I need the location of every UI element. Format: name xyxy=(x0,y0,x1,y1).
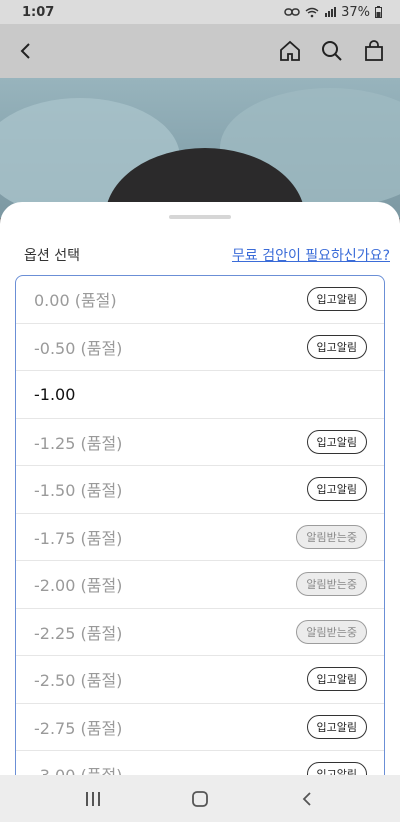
signal-icon xyxy=(324,7,337,17)
option-label: -2.25 (품절) xyxy=(34,623,123,643)
product-image xyxy=(0,78,400,218)
option-label: -1.25 (품절) xyxy=(34,433,123,453)
status-icons: 37% xyxy=(284,5,382,20)
status-bar: 1:07 37% xyxy=(0,0,400,24)
restock-alert-button[interactable]: 입고알림 xyxy=(306,334,367,359)
option-label: 0.00 (품절) xyxy=(34,291,117,311)
status-time: 1:07 xyxy=(22,4,55,20)
option-label: -1.50 (품절) xyxy=(34,481,123,501)
home-icon[interactable] xyxy=(278,39,302,63)
back-nav-icon[interactable] xyxy=(298,790,316,808)
option-list: 0.00 (품절) 입고알림 -0.50 (품절) 입고알림 -1.00 -1.25 (품… xyxy=(15,275,385,775)
recents-icon[interactable] xyxy=(84,791,102,807)
shopping-bag-icon[interactable] xyxy=(362,39,386,63)
header-actions xyxy=(278,39,386,63)
option-row[interactable]: -1.50 (품절) 입고알림 xyxy=(16,466,384,514)
system-nav-bar xyxy=(0,775,400,822)
option-label: -2.50 (품절) xyxy=(34,671,123,691)
option-row[interactable]: 0.00 (품절) 입고알림 xyxy=(16,276,384,324)
app-header xyxy=(0,24,400,78)
option-row[interactable]: -1.25 (품절) 입고알림 xyxy=(16,419,384,466)
notification-pending-button[interactable]: 알림받는중 xyxy=(296,619,367,644)
restock-alert-button[interactable]: 입고알림 xyxy=(306,667,367,692)
notification-pending-button[interactable]: 알림받는중 xyxy=(296,572,367,597)
option-label: -2.75 (품절) xyxy=(34,718,123,738)
option-label: -0.50 (품절) xyxy=(34,338,123,358)
home-circle-icon[interactable] xyxy=(191,790,209,808)
sheet-handle[interactable] xyxy=(169,215,231,219)
option-row[interactable]: -2.25 (품절) 알림받는중 xyxy=(16,609,384,656)
back-icon[interactable] xyxy=(14,39,38,63)
sheet-header: 옵션 선택 무료 검안이 필요하신가요? xyxy=(24,245,390,265)
free-eye-test-link[interactable]: 무료 검안이 필요하신가요? xyxy=(232,245,390,265)
battery-percent: 37% xyxy=(341,4,370,20)
restock-alert-button[interactable]: 입고알림 xyxy=(306,714,367,739)
option-row[interactable]: -2.00 (품절) 알림받는중 xyxy=(16,561,384,609)
option-row[interactable]: -1.00 xyxy=(16,371,384,419)
link-icon xyxy=(284,7,300,17)
wifi-icon xyxy=(305,7,319,18)
option-label: -1.75 (품절) xyxy=(34,528,123,548)
search-icon[interactable] xyxy=(320,39,344,63)
sheet-title: 옵션 선택 xyxy=(24,248,80,264)
restock-alert-button[interactable]: 입고알림 xyxy=(306,429,367,454)
option-row[interactable]: -3.00 (품절) 입고알림 xyxy=(16,751,384,775)
option-label: -1.00 xyxy=(34,384,76,404)
option-row[interactable]: -2.50 (품절) 입고알림 xyxy=(16,656,384,704)
restock-alert-button[interactable]: 입고알림 xyxy=(306,287,367,312)
option-row[interactable]: -0.50 (품절) 입고알림 xyxy=(16,324,384,371)
restock-alert-button[interactable]: 입고알림 xyxy=(306,477,367,502)
option-label: -2.00 (품절) xyxy=(34,576,123,596)
option-row[interactable]: -1.75 (품절) 알림받는중 xyxy=(16,514,384,561)
restock-alert-button[interactable]: 입고알림 xyxy=(306,762,367,775)
option-row[interactable]: -2.75 (품절) 입고알림 xyxy=(16,704,384,751)
option-sheet: 옵션 선택 무료 검안이 필요하신가요? 0.00 (품절) 입고알림 -0.50 … xyxy=(0,202,400,775)
battery-icon xyxy=(375,6,382,18)
notification-pending-button[interactable]: 알림받는중 xyxy=(296,524,367,549)
option-label: -3.00 (품절) xyxy=(34,762,122,775)
